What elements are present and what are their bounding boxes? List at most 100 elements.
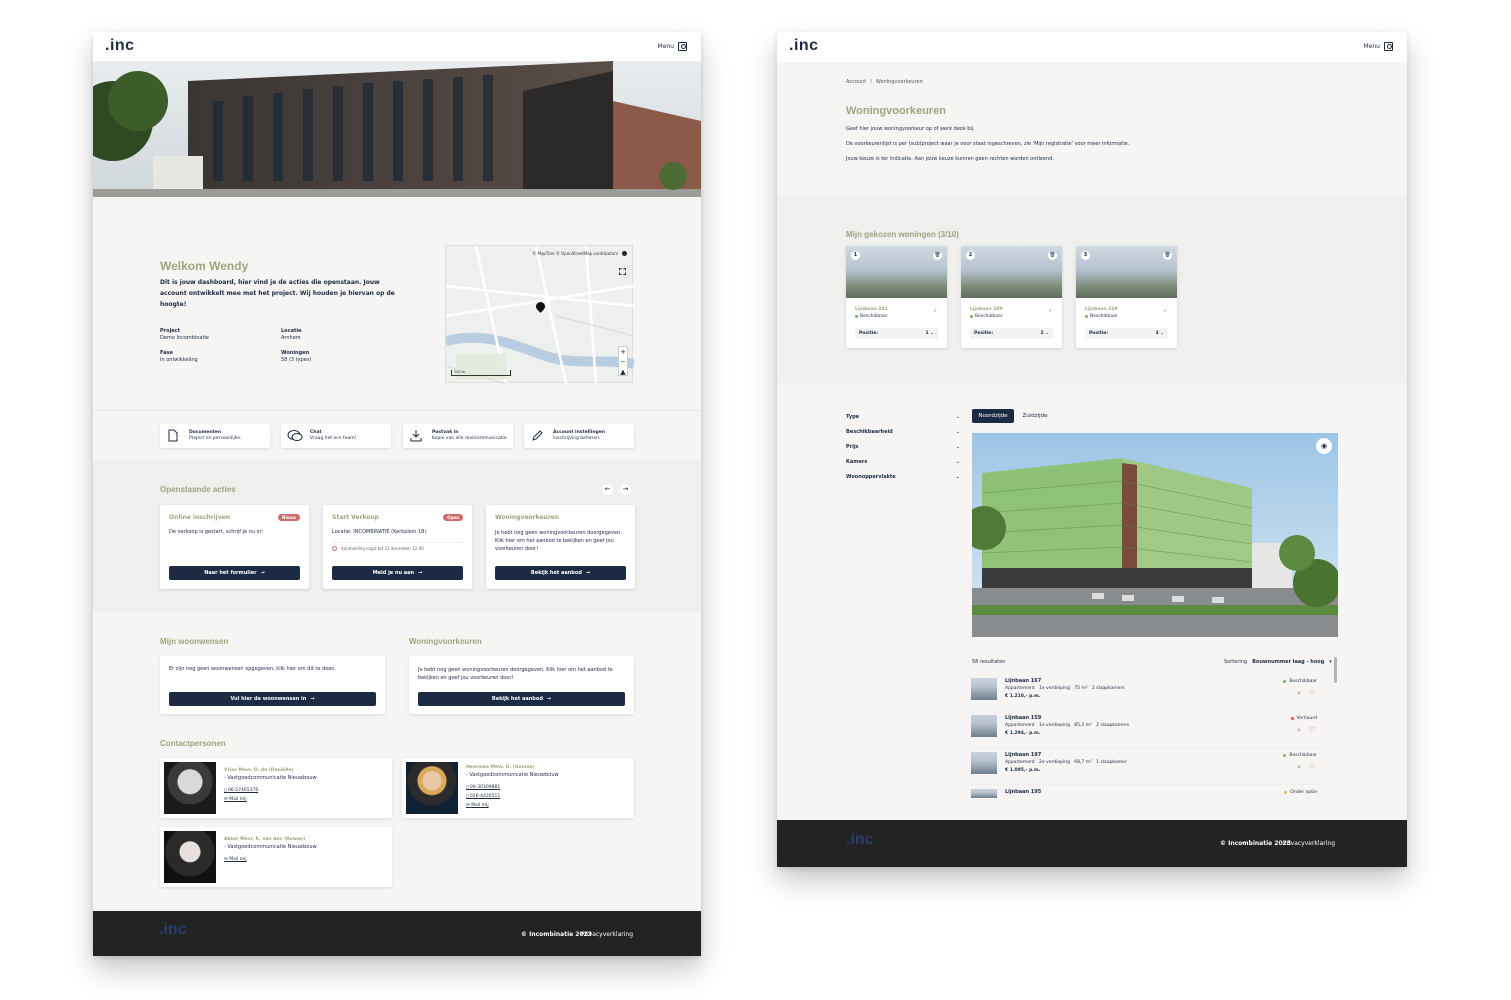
search-icon[interactable]: ⌕ xyxy=(1297,726,1301,735)
quicklink-inbox[interactable]: Postvak in Kopie van alle mailcommunicati… xyxy=(403,424,513,448)
chevron-down-icon: ⌄ xyxy=(955,474,960,480)
position-label: Positie: xyxy=(1089,331,1109,336)
search-icon[interactable]: ⌕ xyxy=(1164,307,1167,315)
footer-logo[interactable]: .inc xyxy=(846,831,874,849)
heart-icon[interactable]: ♡ xyxy=(1309,689,1315,697)
search-icon[interactable]: ⌕ xyxy=(1297,763,1301,772)
trash-icon[interactable]: 🗑 xyxy=(1163,251,1172,260)
action-card-preferences[interactable]: Woningvoorkeuren Je hebt nog geen woning… xyxy=(486,505,635,589)
trash-icon[interactable]: 🗑 xyxy=(1048,251,1057,260)
contact-name: Vries Mevr. D. de (Daniëlle) xyxy=(224,768,294,773)
listing-row[interactable]: Lijnbaan 159 Appartement 1e verdieping 8… xyxy=(971,712,1323,748)
action-card-sale[interactable]: Start Verkoop Open Locatie: INCOMBINATIE… xyxy=(323,505,472,589)
chosen-home-card[interactable]: 3 🗑 Lijnbaan 229 Beschikbaar ⌕ Positie: 3… xyxy=(1076,246,1177,348)
compass-icon[interactable]: ▲ xyxy=(619,367,627,377)
contact-role: - Vastgoedcommunicatie Nieuwbouw xyxy=(224,844,317,850)
quicklink-documents[interactable]: Documenten Project en persoonlijke. xyxy=(160,424,270,448)
position-select[interactable]: Positie: 3 ⌄ xyxy=(1085,328,1168,339)
chevron-down-icon: ⌄ xyxy=(1160,331,1164,336)
footer-privacy-link[interactable]: Privacyverklaring xyxy=(581,931,633,938)
status-text: Beschikbaar xyxy=(860,314,888,319)
info-label: Project xyxy=(160,328,181,334)
next-arrow-icon[interactable]: → xyxy=(620,484,631,495)
status-dot xyxy=(1283,754,1287,757)
form-button[interactable]: Naar het formulier → xyxy=(169,566,300,580)
info-project: Project Demo Incombinatie xyxy=(160,328,209,342)
register-button[interactable]: Meld je nu aan → xyxy=(332,566,463,580)
breadcrumb-account[interactable]: Account xyxy=(846,79,866,85)
home-status: Beschikbaar xyxy=(855,314,888,319)
home-status: Beschikbaar xyxy=(970,314,1003,319)
listing-row[interactable]: Lijnbaan 167 Appartement 1e verdieping 7… xyxy=(971,675,1323,711)
info-icon[interactable] xyxy=(622,251,627,256)
trash-icon[interactable]: 🗑 xyxy=(933,251,942,260)
action-title: Online inschrijven xyxy=(169,514,230,521)
info-value: Arnhem xyxy=(281,335,301,341)
filter-rooms[interactable]: Kamers ⌄ xyxy=(846,459,960,465)
listing-status: Beschikbaar xyxy=(1283,679,1317,684)
filter-label: Kamers xyxy=(846,459,868,465)
mail-text: Mail mij xyxy=(471,803,489,808)
zoom-out-icon[interactable]: − xyxy=(619,357,627,367)
scrollbar[interactable] xyxy=(1334,657,1337,683)
fullscreen-icon[interactable] xyxy=(619,268,626,275)
contact-phone[interactable]: ▯ 06-30309881 xyxy=(466,785,500,790)
search-icon[interactable]: ⌕ xyxy=(1297,689,1301,698)
status-dot xyxy=(970,315,973,318)
action-card-registration[interactable]: Online inschrijven Nieuw De verkoop is g… xyxy=(160,505,309,589)
contact-phone-2[interactable]: ▯ 026-4426511 xyxy=(466,794,500,799)
view-offer-button[interactable]: Bekijk het aanbod → xyxy=(495,566,626,580)
quicklink-account[interactable]: Account instellingen Inschrijving beheren… xyxy=(524,424,634,448)
status-dot xyxy=(1290,717,1294,720)
contact-mail[interactable]: ✉ Mail mij xyxy=(466,803,489,808)
search-icon[interactable]: ⌕ xyxy=(1049,307,1052,315)
menu-button[interactable]: Menu xyxy=(658,42,687,51)
heart-icon[interactable]: ♡ xyxy=(1309,763,1315,771)
map[interactable]: © MapTiler © OpenStreetMap contributors … xyxy=(445,245,634,384)
filter-price[interactable]: Prijs ⌄ xyxy=(846,444,960,450)
building-render[interactable] xyxy=(972,433,1338,637)
filter-area[interactable]: Woonoppervlakte ⌄ xyxy=(846,474,960,480)
position-select[interactable]: Positie: 1 ⌄ xyxy=(855,328,938,339)
info-value: 58 (3 types) xyxy=(281,357,312,363)
sort-control[interactable]: Sortering Bouwnummer laag - hoog ▾ xyxy=(1224,659,1332,665)
chosen-home-card[interactable]: 2 🗑 Lijnbaan 109 Beschikbaar ⌕ Positie: 2… xyxy=(961,246,1062,348)
map-scale: 500 m xyxy=(451,370,511,376)
fill-wishes-button[interactable]: Vul hier de woonwensen in → xyxy=(169,692,376,706)
quicklink-chat[interactable]: Chat Vraag het ons team! xyxy=(281,424,391,448)
listing-name: Lijnbaan 195 xyxy=(1005,789,1042,795)
document-icon xyxy=(168,429,178,442)
zoom-in-icon[interactable]: + xyxy=(619,347,627,357)
tab-noordzijde[interactable]: Noordzijde xyxy=(972,409,1014,423)
tab-zuidzijde[interactable]: Zuidzijde xyxy=(1020,409,1050,423)
prev-arrow-icon[interactable]: ← xyxy=(602,484,613,495)
contact-card: Akker Mevr. R. van den (Rowan) - Vastgoe… xyxy=(160,827,392,887)
position-select[interactable]: Positie: 2 ⌄ xyxy=(970,328,1053,339)
hero-building-image xyxy=(93,61,701,197)
search-icon[interactable]: ⌕ xyxy=(934,307,937,315)
contact-mail[interactable]: ✉ Mail mij xyxy=(224,797,247,802)
listing-row[interactable]: Lijnbaan 195 Onder optie xyxy=(971,786,1323,798)
filter-label: Prijs xyxy=(846,444,859,450)
footer-logo[interactable]: .inc xyxy=(159,921,187,939)
listing-row[interactable]: Lijnbaan 197 Appartement 2e verdieping 6… xyxy=(971,749,1323,785)
menu-label: Menu xyxy=(657,43,674,50)
heart-icon[interactable]: ♡ xyxy=(1309,726,1315,734)
zoom-controls[interactable]: + − ▲ xyxy=(618,346,628,376)
button-label: Bekijk het aanbod xyxy=(491,696,543,702)
filter-availability[interactable]: Beschikbaarheid ⌄ xyxy=(846,429,960,435)
contact-phone[interactable]: ▯ 06-57465376 xyxy=(224,788,258,793)
filter-type[interactable]: Type ⌄ xyxy=(846,414,960,420)
button-label: Bekijk het aanbod xyxy=(530,570,582,576)
chosen-home-card[interactable]: 1 🗑 Lijnbaan 241 Beschikbaar ⌕ Positie: 1… xyxy=(846,246,947,348)
menu-button[interactable]: Menu xyxy=(1364,42,1393,51)
view-offer-button[interactable]: Bekijk het aanbod → xyxy=(418,692,625,706)
prefs-text: Je hebt nog geen woningvoorkeuren doorge… xyxy=(418,667,613,681)
footer-privacy-link[interactable]: Privacyverklaring xyxy=(1283,840,1335,847)
status-dot xyxy=(855,315,858,318)
phone-icon: ▯ xyxy=(224,788,227,793)
contact-mail[interactable]: ✉ Mail mij xyxy=(224,857,247,862)
hide-eye-icon[interactable]: ◉ xyxy=(1316,438,1332,454)
logo[interactable]: .inc xyxy=(789,37,819,55)
logo[interactable]: .inc xyxy=(105,37,135,55)
